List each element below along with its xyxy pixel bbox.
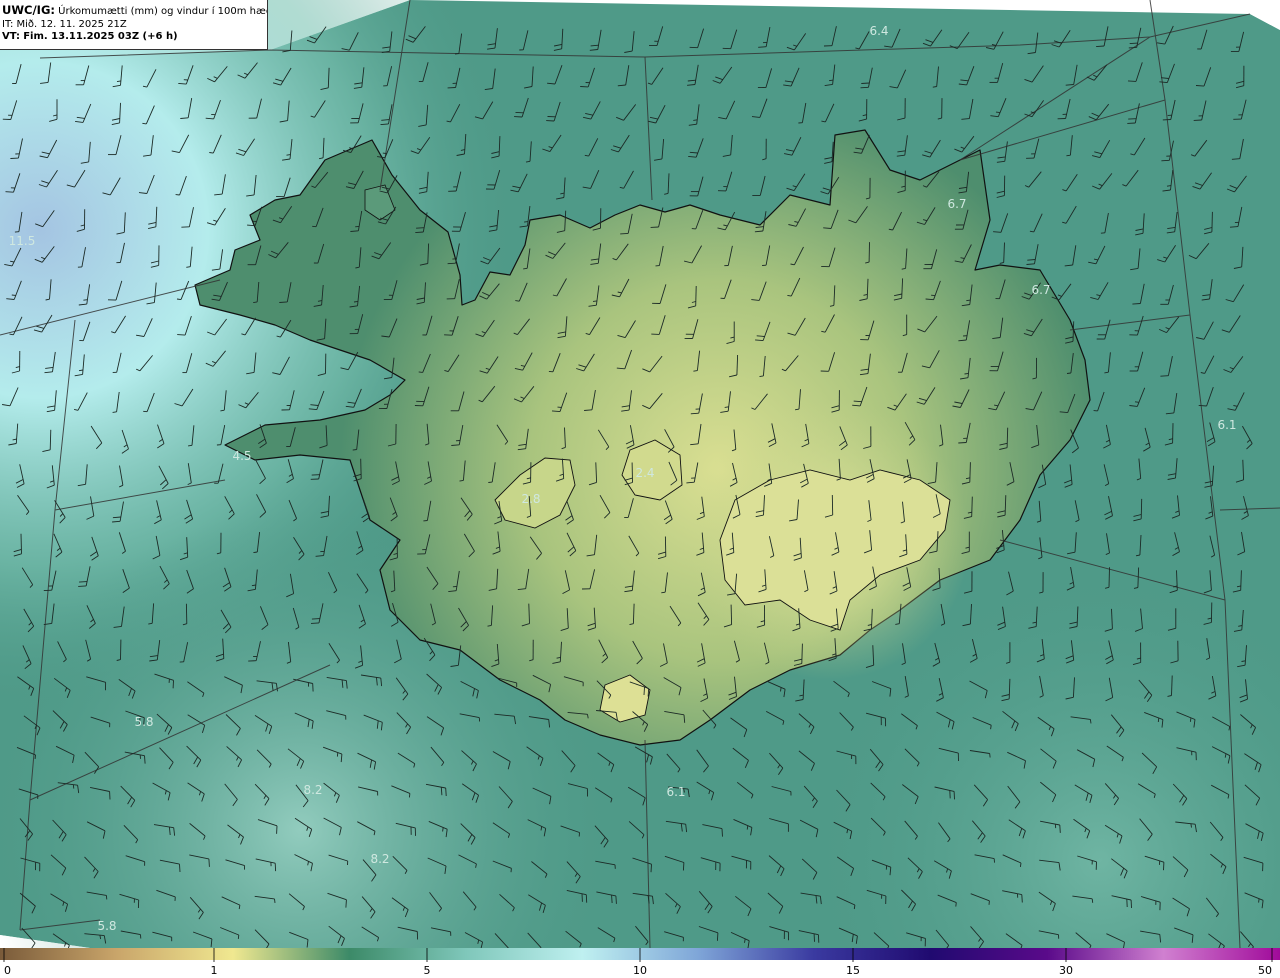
it-label: IT: (2, 18, 14, 30)
header-title-line: UWC/IG: Úrkomumætti (mm) og vindur í 100… (2, 4, 267, 19)
legend-tick-label: 1 (211, 964, 218, 977)
map-label: 8.2 (303, 783, 322, 797)
map-label: 6.4 (869, 24, 888, 38)
map-label: 8.2 (370, 852, 389, 866)
map-canvas: 6.4 11.5 6.7 6.7 6.1 4.5 2.8 2.4 5.8 8.2… (0, 0, 1280, 948)
legend-tick-label: 5 (424, 964, 431, 977)
it-value: Mið. 12. 11. 2025 21Z (16, 18, 127, 30)
product-label: UWC/IG: (2, 4, 55, 17)
map-label: 11.5 (9, 234, 36, 248)
vt-label: VT: (2, 31, 21, 42)
field-title: Úrkomumætti (mm) og vindur í 100m hæð (58, 6, 267, 17)
legend-tick-label: 50 (1258, 964, 1272, 977)
color-legend: 0 1 5 10 15 30 50 (0, 948, 1280, 978)
map-label: 6.7 (1031, 283, 1050, 297)
legend-tick-label: 30 (1059, 964, 1073, 977)
legend-tick-label: 10 (633, 964, 647, 977)
map-label: 6.1 (666, 785, 685, 799)
map-header: UWC/IG: Úrkomumætti (mm) og vindur í 100… (0, 0, 268, 50)
map-label: 6.1 (1217, 418, 1236, 432)
map-label: 4.5 (232, 449, 251, 463)
initial-time-line: IT: Mið. 12. 11. 2025 21Z (2, 19, 267, 32)
map-label: 2.8 (521, 492, 540, 506)
map-label: 5.8 (97, 919, 116, 933)
vt-value: Fim. 13.11.2025 03Z (+6 h) (23, 31, 178, 42)
map-label: 2.4 (635, 466, 654, 480)
valid-time-line: VT: Fim. 13.11.2025 03Z (+6 h) (2, 31, 267, 44)
legend-tick-label: 0 (4, 964, 11, 977)
legend-tick-label: 15 (846, 964, 860, 977)
map-label: 6.7 (947, 197, 966, 211)
map-label: 5.8 (134, 715, 153, 729)
